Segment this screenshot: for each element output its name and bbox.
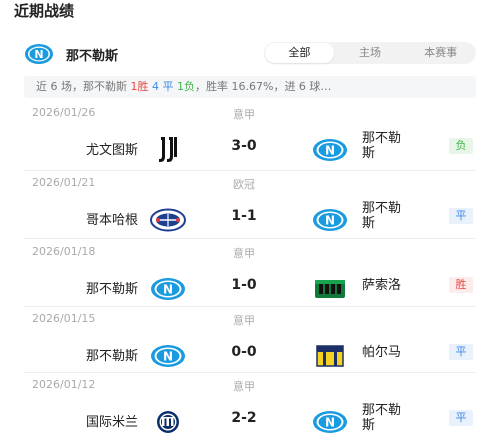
napoli-icon: N: [150, 338, 186, 374]
match-date: 2026/01/18: [32, 245, 96, 258]
tab-this-competition[interactable]: 本赛事: [406, 43, 475, 63]
match-row[interactable]: 2026/01/18 意甲 那不勒斯 N 1-0 萨索洛 胜: [24, 245, 476, 313]
napoli-icon: N: [24, 43, 54, 65]
match-date: 2026/01/21: [32, 176, 96, 189]
section-title: 近期战绩: [14, 2, 75, 20]
result-badge: 平: [449, 410, 473, 426]
result-badge: 胜: [449, 277, 473, 293]
tab-all[interactable]: 全部: [265, 43, 334, 63]
napoli-icon: N: [312, 132, 348, 168]
match-competition: 意甲: [233, 314, 255, 327]
napoli-icon: N: [312, 202, 348, 238]
team-header: N 那不勒斯: [24, 42, 118, 66]
sassuolo-icon: [312, 271, 348, 307]
away-team-name: 萨索洛: [362, 278, 402, 293]
match-row[interactable]: 2026/01/12 意甲 国际米兰 2-2 N 那不勒 斯 平: [24, 378, 476, 440]
summary-prefix: 近 6 场，那不勒斯: [36, 80, 131, 93]
away-team-name: 帕尔马: [362, 345, 402, 360]
match-competition: 意甲: [233, 108, 255, 121]
summary-draws: 4 平: [152, 80, 174, 93]
match-row[interactable]: 2026/01/26 意甲 尤文图斯 3-0 N 那不勒 斯 负: [24, 106, 476, 174]
summary-suffix: ，胜率 16.67%，进 6 球…: [195, 80, 332, 93]
filter-tabs: 全部 主场 本赛事: [264, 42, 476, 64]
team-name: 那不勒斯: [66, 48, 119, 64]
home-team-name: 那不勒斯: [85, 282, 138, 297]
match-competition: 欧冠: [233, 178, 255, 191]
result-badge: 平: [449, 208, 473, 224]
match-competition: 意甲: [233, 247, 255, 260]
match-score: 1-0: [231, 277, 257, 293]
match-score: 3-0: [231, 138, 257, 154]
copenhagen-icon: [150, 202, 186, 238]
inter-icon: [150, 404, 186, 440]
summary-wins: 1胜: [130, 80, 149, 93]
napoli-icon: N: [312, 404, 348, 440]
svg-text:N: N: [325, 416, 335, 430]
away-team-name: 那不勒 斯: [362, 403, 402, 433]
match-score: 0-0: [231, 344, 257, 360]
home-team-name: 尤文图斯: [85, 143, 138, 158]
svg-text:N: N: [325, 144, 335, 158]
divider: [24, 306, 476, 307]
svg-text:N: N: [34, 48, 43, 61]
home-team-name: 国际米兰: [85, 415, 138, 430]
home-team-name: 哥本哈根: [85, 213, 138, 228]
parma-icon: [312, 338, 348, 374]
match-row[interactable]: 2026/01/15 意甲 那不勒斯 N 0-0 帕尔马 平: [24, 312, 476, 380]
away-team-name: 那不勒 斯: [362, 201, 402, 231]
result-badge: 负: [449, 138, 473, 154]
divider: [24, 170, 476, 171]
match-competition: 意甲: [233, 380, 255, 393]
result-badge: 平: [449, 344, 473, 360]
match-score: 1-1: [231, 208, 257, 224]
match-date: 2026/01/12: [32, 378, 96, 391]
home-team-name: 那不勒斯: [85, 349, 138, 364]
tab-home[interactable]: 主场: [336, 43, 405, 63]
napoli-icon: N: [150, 271, 186, 307]
match-date: 2026/01/26: [32, 106, 96, 119]
svg-text:N: N: [163, 283, 173, 297]
divider: [24, 372, 476, 373]
match-row[interactable]: 2026/01/21 欧冠 哥本哈根 1-1 N 那不勒 斯 平: [24, 176, 476, 244]
divider: [24, 238, 476, 239]
svg-text:N: N: [163, 350, 173, 364]
summary-losses: 1负: [177, 80, 195, 93]
match-date: 2026/01/15: [32, 312, 96, 325]
match-score: 2-2: [231, 410, 257, 426]
record-summary: 近 6 场，那不勒斯 1胜 4 平 1负，胜率 16.67%，进 6 球…: [24, 76, 476, 98]
away-team-name: 那不勒 斯: [362, 131, 402, 161]
juventus-icon: [150, 132, 186, 168]
svg-text:N: N: [325, 214, 335, 228]
